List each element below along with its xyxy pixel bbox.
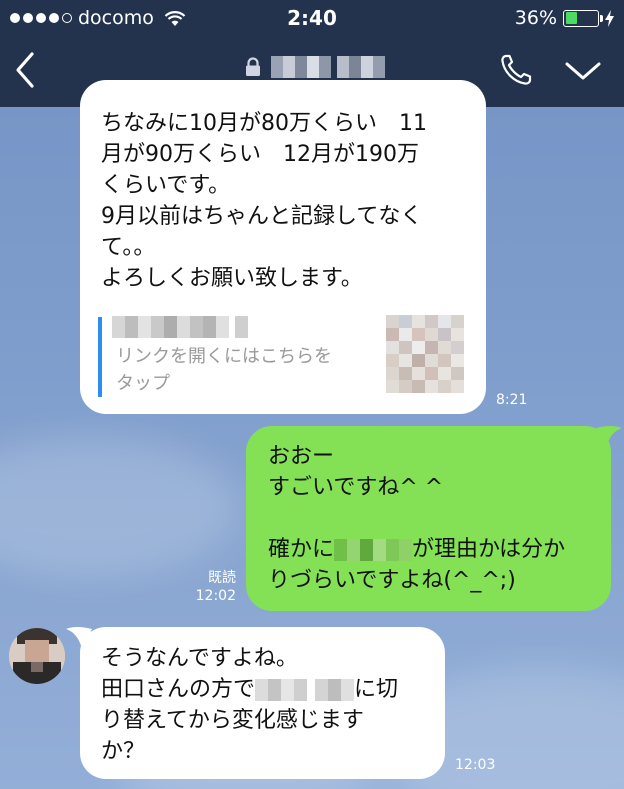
battery-percent: 36% (514, 7, 557, 29)
menu-button[interactable] (563, 58, 603, 84)
battery-icon (563, 9, 603, 27)
redacted-text (334, 539, 413, 561)
message-text: おおー すごいですね^ ^ 確かに が理由かは分か りづらいですよね(^_^;) (268, 441, 565, 596)
bubble-tail (596, 426, 622, 448)
message-line: よろしくお願い致します。 (101, 266, 363, 291)
message-line: 9月以前はちゃんと記録してなく (101, 204, 423, 229)
link-preview-accent (98, 317, 102, 397)
message-line: りづらいですよね(^_^;) (268, 568, 516, 593)
contact-name-redacted (271, 56, 385, 78)
message-line: 確かに が理由かは分か (268, 537, 566, 562)
message-line: か？ (101, 739, 146, 764)
message-time: 12:03 (455, 757, 496, 773)
message-line: そうなんですよね。 (101, 646, 298, 671)
avatar[interactable] (9, 628, 65, 684)
read-receipt: 既読 (208, 570, 236, 586)
link-preview-description[interactable]: リンクを開くにはこちらを タップ (116, 343, 332, 397)
bubble-tail (66, 627, 92, 649)
phone-icon (501, 54, 532, 85)
message-time: 12:02 (195, 588, 236, 604)
message-text: そうなんですよね。 田口さんの方で に切 り替えてから変化感じます か？ (101, 643, 398, 767)
chevron-down-icon (565, 62, 601, 80)
lock-icon (246, 57, 260, 76)
charging-icon (605, 9, 614, 27)
battery-status: 36% (515, 7, 614, 29)
message-time: 8:21 (496, 392, 528, 408)
message-line: て。。 (101, 235, 156, 260)
message-line: 田口さんの方で に切 (101, 677, 399, 702)
message-line (268, 503, 565, 534)
message-line: おおー (268, 444, 335, 469)
message-line: ちなみに10月が80万くらい 11 (101, 111, 427, 136)
call-button[interactable] (498, 52, 534, 88)
message-line: り替えてから変化感じます (101, 708, 364, 733)
redacted-text (255, 679, 355, 701)
back-button[interactable] (8, 50, 44, 90)
link-title-redacted[interactable] (112, 316, 248, 340)
link-thumbnail-redacted[interactable] (386, 315, 464, 393)
message-text: ちなみに10月が80万くらい 11 月が90万くらい 12月が190万 くらいで… (101, 108, 427, 294)
chevron-left-icon (16, 52, 34, 88)
message-line: くらいです。 (101, 173, 231, 198)
message-line: 月が90万くらい 12月が190万 (101, 142, 419, 167)
chat-title[interactable] (245, 53, 385, 81)
message-line: すごいですね^ ^ (268, 475, 444, 500)
